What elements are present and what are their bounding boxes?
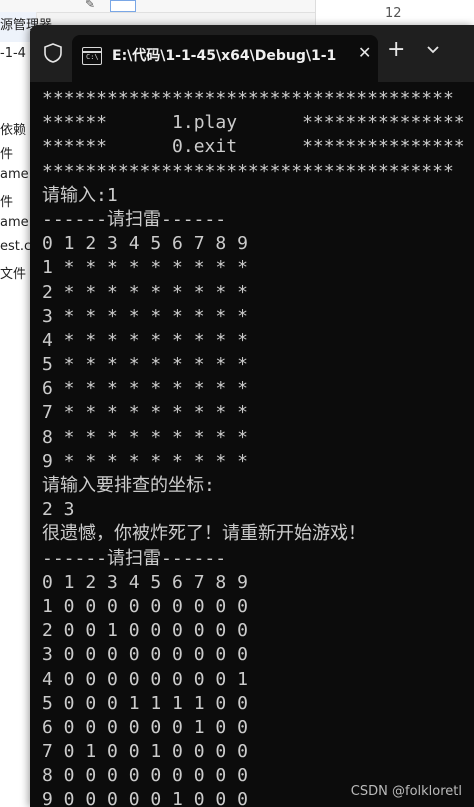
background-tool-button[interactable] bbox=[110, 0, 136, 12]
tab-title: E:\代码\1-1-45\x64\Debug\1-1 bbox=[112, 48, 337, 64]
terminal-window: C:\ E:\代码\1-1-45\x64\Debug\1-1 ✕ + *****… bbox=[30, 25, 474, 807]
console-line: 0 1 2 3 4 5 6 7 8 9 bbox=[42, 571, 248, 593]
title-bar[interactable]: C:\ E:\代码\1-1-45\x64\Debug\1-1 ✕ + bbox=[30, 25, 474, 82]
console-line: 8 * * * * * * * * * bbox=[42, 426, 248, 448]
console-line: 3 * * * * * * * * * bbox=[42, 305, 248, 327]
background-text-2[interactable]: 依赖 bbox=[0, 119, 26, 138]
console-line: ************************************** bbox=[42, 88, 454, 109]
background-text-7[interactable]: est.c bbox=[0, 239, 31, 254]
console-line: 请输入要排查的坐标: bbox=[42, 475, 215, 496]
plus-icon[interactable]: + bbox=[387, 37, 405, 62]
console-line: ****** 1.play *************** bbox=[42, 112, 465, 134]
watermark: CSDN @folkloretl bbox=[350, 784, 462, 799]
console-line: 4 * * * * * * * * * bbox=[42, 329, 248, 351]
background-text-5[interactable]: 件 bbox=[0, 191, 13, 210]
chevron-down-icon[interactable] bbox=[426, 41, 440, 55]
console-line: 7 * * * * * * * * * bbox=[42, 402, 248, 424]
console-line: 2 0 0 1 0 0 0 0 0 0 bbox=[42, 620, 248, 642]
console-line: 1 0 0 0 0 0 0 0 0 0 bbox=[42, 595, 248, 617]
console-line: 9 * * * * * * * * * bbox=[42, 450, 248, 472]
console-line: 0 1 2 3 4 5 6 7 8 9 bbox=[42, 233, 248, 255]
background-line-number: 12 bbox=[385, 6, 402, 21]
console-output[interactable]: ************************************** *… bbox=[42, 87, 474, 807]
background-text-4[interactable]: ame bbox=[0, 167, 29, 182]
shield-icon bbox=[42, 42, 64, 64]
terminal-tab[interactable]: C:\ E:\代码\1-1-45\x64\Debug\1-1 ✕ bbox=[72, 35, 378, 82]
console-line: 5 * * * * * * * * * bbox=[42, 354, 248, 376]
desktop: ✎ 12 源管理器 -1-4 依赖 件 ame 件 ame est.c 文件 C… bbox=[0, 0, 474, 807]
console-line: ------请扫雷------ bbox=[42, 208, 227, 230]
console-line: 很遗憾，你被炸死了！请重新开始游戏！ bbox=[42, 523, 366, 545]
console-line: 2 3 bbox=[42, 499, 75, 521]
background-text-8[interactable]: 文件 bbox=[0, 263, 26, 282]
console-line: ****** 0.exit *************** bbox=[42, 136, 465, 158]
console-app-icon: C:\ bbox=[82, 47, 102, 65]
background-text-6[interactable]: ame bbox=[0, 215, 29, 230]
console-line: 1 * * * * * * * * * bbox=[42, 257, 248, 279]
console-line: 请输入:1 bbox=[42, 184, 118, 206]
console-line: 6 * * * * * * * * * bbox=[42, 378, 248, 400]
pencil-icon[interactable]: ✎ bbox=[85, 0, 95, 11]
console-line: ------请扫雷------ bbox=[42, 547, 227, 569]
console-line: 3 0 0 0 0 0 0 0 0 0 bbox=[42, 644, 248, 666]
background-text-3[interactable]: 件 bbox=[0, 143, 13, 162]
console-line: 6 0 0 0 0 0 0 1 0 0 bbox=[42, 716, 248, 738]
console-line: 5 0 0 0 1 1 1 1 0 0 bbox=[42, 692, 248, 714]
console-line: 2 * * * * * * * * * bbox=[42, 281, 248, 303]
console-line: ************************************** bbox=[42, 160, 454, 182]
console-line: 4 0 0 0 0 0 0 0 0 1 bbox=[42, 668, 248, 690]
console-line: 7 0 1 0 0 1 0 0 0 0 bbox=[42, 741, 248, 763]
background-text-1[interactable]: -1-4 bbox=[0, 46, 26, 61]
close-icon[interactable]: ✕ bbox=[358, 43, 371, 62]
